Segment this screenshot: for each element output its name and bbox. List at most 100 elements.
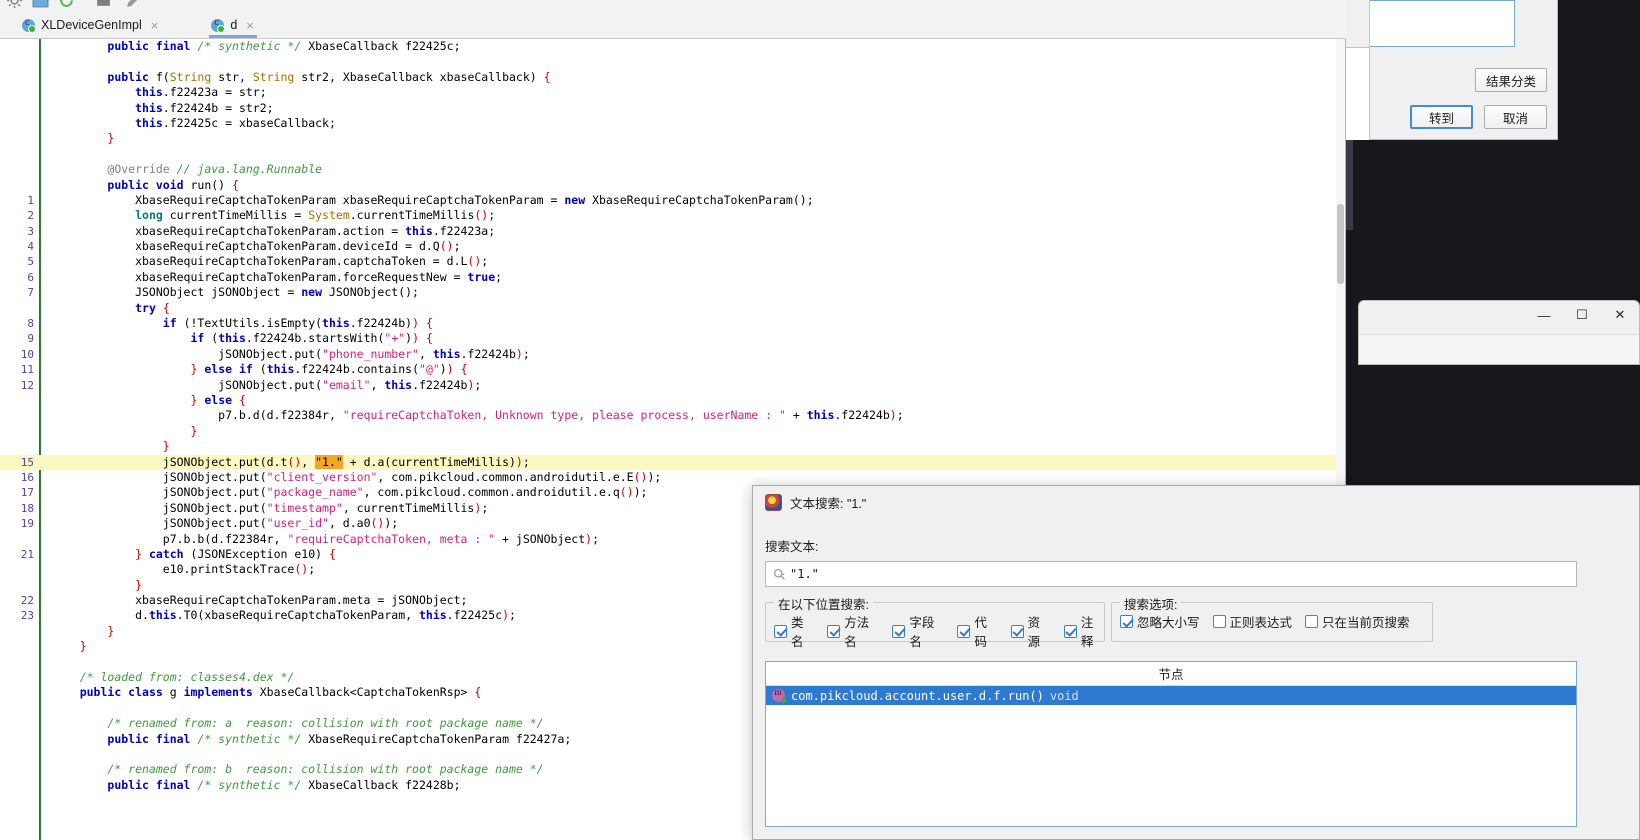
code-line[interactable]: 11 } else if (this.f22424b.contains("@")… — [0, 362, 1345, 377]
code-line[interactable]: public f(String str, String str2, XbaseC… — [0, 70, 1345, 85]
dialog-titlebar: 文本搜索: "1." — [753, 486, 1639, 519]
checkbox-0[interactable]: 类名 — [774, 612, 814, 650]
table-row[interactable]: com.pikcloud.account.user.d.f.run() void — [766, 686, 1576, 705]
maximize-icon[interactable]: ☐ — [1571, 305, 1593, 325]
checkbox-2[interactable]: 字段名 — [892, 612, 944, 650]
line-number: 7 — [27, 286, 34, 300]
checkbox-0[interactable]: 忽略大小写 — [1120, 612, 1200, 631]
checkbox-4[interactable]: 资源 — [1010, 612, 1051, 650]
code-line[interactable]: 5 xbaseRequireCaptchaTokenParam.captchaT… — [0, 254, 1345, 269]
code-line[interactable]: 2 long currentTimeMillis = System.curren… — [0, 208, 1345, 223]
line-number: 12 — [20, 378, 34, 392]
code-line[interactable]: try { — [0, 301, 1345, 316]
code-line[interactable]: p7.b.d(d.f22384r, "requireCaptchaToken, … — [0, 408, 1345, 423]
code-line-text: long currentTimeMillis = System.currentT… — [135, 208, 496, 223]
code-line-text: p7.b.d(d.f22384r, "requireCaptchaToken, … — [52, 408, 904, 423]
settings-icon[interactable] — [6, 0, 23, 9]
code-line-text: } — [107, 131, 115, 146]
secondary-window-body — [1359, 334, 1639, 364]
search-input[interactable]: "1." — [765, 561, 1577, 587]
goto-panel-list[interactable] — [1345, 0, 1515, 47]
code-line[interactable]: 7 JSONObject jSONObject = new JSONObject… — [0, 285, 1345, 300]
code-line[interactable]: @Override // java.lang.Runnable — [0, 162, 1345, 177]
code-line[interactable]: 4 xbaseRequireCaptchaTokenParam.deviceId… — [0, 239, 1345, 254]
checkbox-box[interactable] — [1305, 615, 1319, 628]
tab-close-icon[interactable]: × — [148, 19, 162, 32]
reload-icon[interactable] — [58, 0, 75, 9]
checkbox-label: 方法名 — [844, 616, 870, 649]
code-line[interactable]: 6 xbaseRequireCaptchaTokenParam.forceReq… — [0, 270, 1345, 285]
close-icon[interactable]: ✕ — [1609, 305, 1631, 325]
search-results-table[interactable]: 节点 com.pikcloud.account.user.d.f.run() vo… — [765, 661, 1577, 827]
code-line-text: this.f22425c = xbaseCallback; — [135, 115, 336, 130]
code-line-text: } else { — [190, 392, 246, 407]
tab-close-icon[interactable]: × — [243, 19, 257, 32]
code-line[interactable]: 8 if (!TextUtils.isEmpty(this.f22424b)) … — [0, 316, 1345, 331]
code-line[interactable]: 9 if (this.f22424b.startsWith("+")) { — [0, 331, 1345, 346]
code-line[interactable]: 1 XbaseRequireCaptchaTokenParam xbaseReq… — [0, 193, 1345, 208]
cancel-button[interactable]: 取消 — [1484, 105, 1547, 129]
tab-xldevicegenimpl[interactable]: XLDeviceGenImpl × — [14, 12, 167, 38]
results-rows[interactable]: com.pikcloud.account.user.d.f.run() void — [766, 686, 1576, 705]
code-line-text: } — [190, 423, 198, 438]
secondary-window: — ☐ ✕ — [1358, 300, 1640, 365]
scope-group-label: 在以下位置搜索: — [774, 594, 873, 613]
code-line[interactable] — [0, 54, 1345, 69]
code-line[interactable]: } — [0, 439, 1345, 454]
code-line[interactable]: this.f22425c = xbaseCallback; — [0, 116, 1345, 131]
checkbox-box[interactable] — [1063, 624, 1077, 638]
line-number: 21 — [20, 547, 34, 561]
checkbox-box[interactable] — [1010, 624, 1024, 638]
open-folder-icon[interactable] — [32, 0, 49, 9]
code-line[interactable]: 12 jSONObject.put("email", this.f22424b)… — [0, 378, 1345, 393]
code-line[interactable]: } — [0, 131, 1345, 146]
dialog-body: 搜索文本: "1." 在以下位置搜索: 类名 方法名 字段名 代码 资源 注释 搜索选项:… — [753, 519, 1639, 839]
code-line[interactable]: public final /* synthetic */ XbaseCallba… — [0, 39, 1345, 54]
checkbox-label: 代码 — [974, 616, 987, 649]
code-line[interactable]: 3 xbaseRequireCaptchaTokenParam.action =… — [0, 224, 1345, 239]
code-line[interactable]: public void run() { — [0, 178, 1345, 193]
editor-scroll-thumb[interactable] — [1337, 204, 1344, 284]
minimize-icon[interactable]: — — [1533, 305, 1555, 325]
code-line-text: xbaseRequireCaptchaTokenParam.action = t… — [52, 223, 496, 238]
checkbox-2[interactable]: 只在当前页搜索 — [1305, 612, 1410, 631]
code-line-text: public void run() { — [107, 177, 239, 192]
tab-label: XLDeviceGenImpl — [41, 18, 142, 32]
search-input-value[interactable]: "1." — [790, 567, 819, 581]
code-line-text: jSONObject.put("phone_number", this.f224… — [52, 346, 530, 361]
code-line[interactable]: } else { — [0, 393, 1345, 408]
checkbox-box[interactable] — [827, 624, 841, 638]
checkbox-box[interactable] — [1212, 615, 1226, 628]
classify-results-button[interactable]: 结果分类 — [1474, 68, 1547, 92]
checkbox-1[interactable]: 正则表达式 — [1212, 612, 1292, 631]
save-icon[interactable] — [95, 0, 112, 9]
goto-panel: 结果分类 转到 取消 — [1345, 0, 1558, 140]
code-line[interactable]: 16 jSONObject.put("client_version", com.… — [0, 470, 1345, 485]
line-number: 16 — [20, 470, 34, 484]
checkbox-box[interactable] — [957, 624, 971, 638]
code-line[interactable]: this.f22423a = str; — [0, 85, 1345, 100]
checkbox-3[interactable]: 代码 — [957, 612, 997, 650]
checkbox-box[interactable] — [892, 624, 906, 638]
checkbox-1[interactable]: 方法名 — [827, 612, 879, 650]
line-number: 3 — [27, 224, 34, 238]
code-line[interactable]: } — [0, 424, 1345, 439]
options-checkbox-row: 忽略大小写 正则表达式 只在当前页搜索 — [1120, 612, 1410, 631]
code-line[interactable]: 10 jSONObject.put("phone_number", this.f… — [0, 347, 1345, 362]
goto-button[interactable]: 转到 — [1410, 105, 1473, 129]
checkbox-box[interactable] — [774, 624, 787, 638]
code-line[interactable]: 15 jSONObject.put(d.t(), "1." + d.a(curr… — [0, 454, 1345, 470]
goto-panel-row-classify: 结果分类 — [1474, 68, 1547, 92]
search-icon[interactable] — [773, 568, 786, 581]
line-number: 23 — [20, 609, 34, 623]
tab-d[interactable]: d × — [203, 12, 263, 38]
code-line-text: public final /* synthetic */ XbaseCallba… — [107, 39, 461, 53]
edit-icon[interactable] — [125, 0, 142, 9]
checkbox-box[interactable] — [1120, 615, 1133, 628]
line-number: 5 — [27, 255, 34, 269]
line-number: 4 — [27, 240, 34, 254]
checkbox-5[interactable]: 注释 — [1063, 612, 1104, 650]
code-line[interactable]: this.f22424b = str2; — [0, 101, 1345, 116]
code-line[interactable] — [0, 147, 1345, 162]
